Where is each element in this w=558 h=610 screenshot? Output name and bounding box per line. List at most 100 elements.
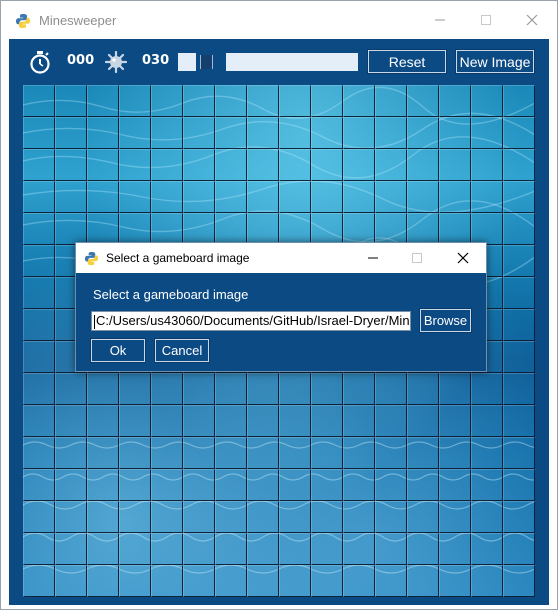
board-cell[interactable] xyxy=(439,501,471,533)
board-cell[interactable] xyxy=(279,501,311,533)
board-cell[interactable] xyxy=(311,469,343,501)
board-cell[interactable] xyxy=(439,437,471,469)
board-cell[interactable] xyxy=(343,437,375,469)
board-cell[interactable] xyxy=(183,565,215,597)
board-cell[interactable] xyxy=(375,501,407,533)
new-image-button[interactable]: New Image xyxy=(455,49,535,74)
board-cell[interactable] xyxy=(23,565,55,597)
board-cell[interactable] xyxy=(247,501,279,533)
board-cell[interactable] xyxy=(471,149,503,181)
board-cell[interactable] xyxy=(215,181,247,213)
board-cell[interactable] xyxy=(279,373,311,405)
board-cell[interactable] xyxy=(503,565,535,597)
board-cell[interactable] xyxy=(407,373,439,405)
board-cell[interactable] xyxy=(215,85,247,117)
board-cell[interactable] xyxy=(215,437,247,469)
board-cell[interactable] xyxy=(183,181,215,213)
board-cell[interactable] xyxy=(23,469,55,501)
board-cell[interactable] xyxy=(119,117,151,149)
board-cell[interactable] xyxy=(439,373,471,405)
board-cell[interactable] xyxy=(439,469,471,501)
board-cell[interactable] xyxy=(87,117,119,149)
board-cell[interactable] xyxy=(183,373,215,405)
board-cell[interactable] xyxy=(119,181,151,213)
board-cell[interactable] xyxy=(471,85,503,117)
board-cell[interactable] xyxy=(23,309,55,341)
board-cell[interactable] xyxy=(311,533,343,565)
board-cell[interactable] xyxy=(343,85,375,117)
reset-button[interactable]: Reset xyxy=(367,49,447,74)
board-cell[interactable] xyxy=(247,373,279,405)
board-cell[interactable] xyxy=(503,437,535,469)
board-cell[interactable] xyxy=(503,277,535,309)
board-cell[interactable] xyxy=(23,117,55,149)
board-cell[interactable] xyxy=(247,405,279,437)
board-cell[interactable] xyxy=(247,213,279,245)
board-cell[interactable] xyxy=(183,437,215,469)
board-cell[interactable] xyxy=(215,117,247,149)
board-cell[interactable] xyxy=(439,213,471,245)
board-cell[interactable] xyxy=(23,181,55,213)
board-cell[interactable] xyxy=(23,149,55,181)
board-cell[interactable] xyxy=(407,565,439,597)
board-cell[interactable] xyxy=(215,405,247,437)
board-cell[interactable] xyxy=(311,149,343,181)
board-cell[interactable] xyxy=(215,533,247,565)
board-cell[interactable] xyxy=(23,533,55,565)
board-cell[interactable] xyxy=(119,373,151,405)
board-cell[interactable] xyxy=(343,501,375,533)
board-cell[interactable] xyxy=(151,181,183,213)
board-cell[interactable] xyxy=(343,565,375,597)
board-cell[interactable] xyxy=(279,437,311,469)
board-cell[interactable] xyxy=(471,213,503,245)
board-cell[interactable] xyxy=(471,469,503,501)
board-cell[interactable] xyxy=(87,565,119,597)
board-cell[interactable] xyxy=(407,149,439,181)
board-cell[interactable] xyxy=(119,437,151,469)
board-cell[interactable] xyxy=(279,149,311,181)
board-cell[interactable] xyxy=(119,85,151,117)
board-cell[interactable] xyxy=(407,501,439,533)
board-cell[interactable] xyxy=(471,533,503,565)
board-cell[interactable] xyxy=(471,405,503,437)
close-button[interactable] xyxy=(509,1,555,39)
board-cell[interactable] xyxy=(119,405,151,437)
board-cell[interactable] xyxy=(311,181,343,213)
board-cell[interactable] xyxy=(151,469,183,501)
board-cell[interactable] xyxy=(87,149,119,181)
board-cell[interactable] xyxy=(375,405,407,437)
board-cell[interactable] xyxy=(87,213,119,245)
board-cell[interactable] xyxy=(503,213,535,245)
board-cell[interactable] xyxy=(407,405,439,437)
board-cell[interactable] xyxy=(279,181,311,213)
board-cell[interactable] xyxy=(343,213,375,245)
board-cell[interactable] xyxy=(151,373,183,405)
ok-button[interactable]: Ok xyxy=(90,338,146,363)
board-cell[interactable] xyxy=(343,117,375,149)
board-cell[interactable] xyxy=(375,565,407,597)
board-cell[interactable] xyxy=(247,181,279,213)
board-cell[interactable] xyxy=(119,213,151,245)
board-cell[interactable] xyxy=(119,533,151,565)
board-cell[interactable] xyxy=(503,405,535,437)
board-cell[interactable] xyxy=(439,565,471,597)
board-cell[interactable] xyxy=(343,533,375,565)
board-cell[interactable] xyxy=(503,373,535,405)
board-cell[interactable] xyxy=(23,437,55,469)
board-cell[interactable] xyxy=(343,469,375,501)
dialog-minimize-button[interactable] xyxy=(352,243,394,273)
board-cell[interactable] xyxy=(55,501,87,533)
board-cell[interactable] xyxy=(151,533,183,565)
board-cell[interactable] xyxy=(407,117,439,149)
board-cell[interactable] xyxy=(311,405,343,437)
board-cell[interactable] xyxy=(279,533,311,565)
board-cell[interactable] xyxy=(23,85,55,117)
board-cell[interactable] xyxy=(119,469,151,501)
board-cell[interactable] xyxy=(247,469,279,501)
board-cell[interactable] xyxy=(87,85,119,117)
dialog-close-button[interactable] xyxy=(442,243,484,273)
maximize-button[interactable] xyxy=(463,1,509,39)
board-cell[interactable] xyxy=(183,85,215,117)
board-cell[interactable] xyxy=(375,85,407,117)
board-cell[interactable] xyxy=(311,117,343,149)
